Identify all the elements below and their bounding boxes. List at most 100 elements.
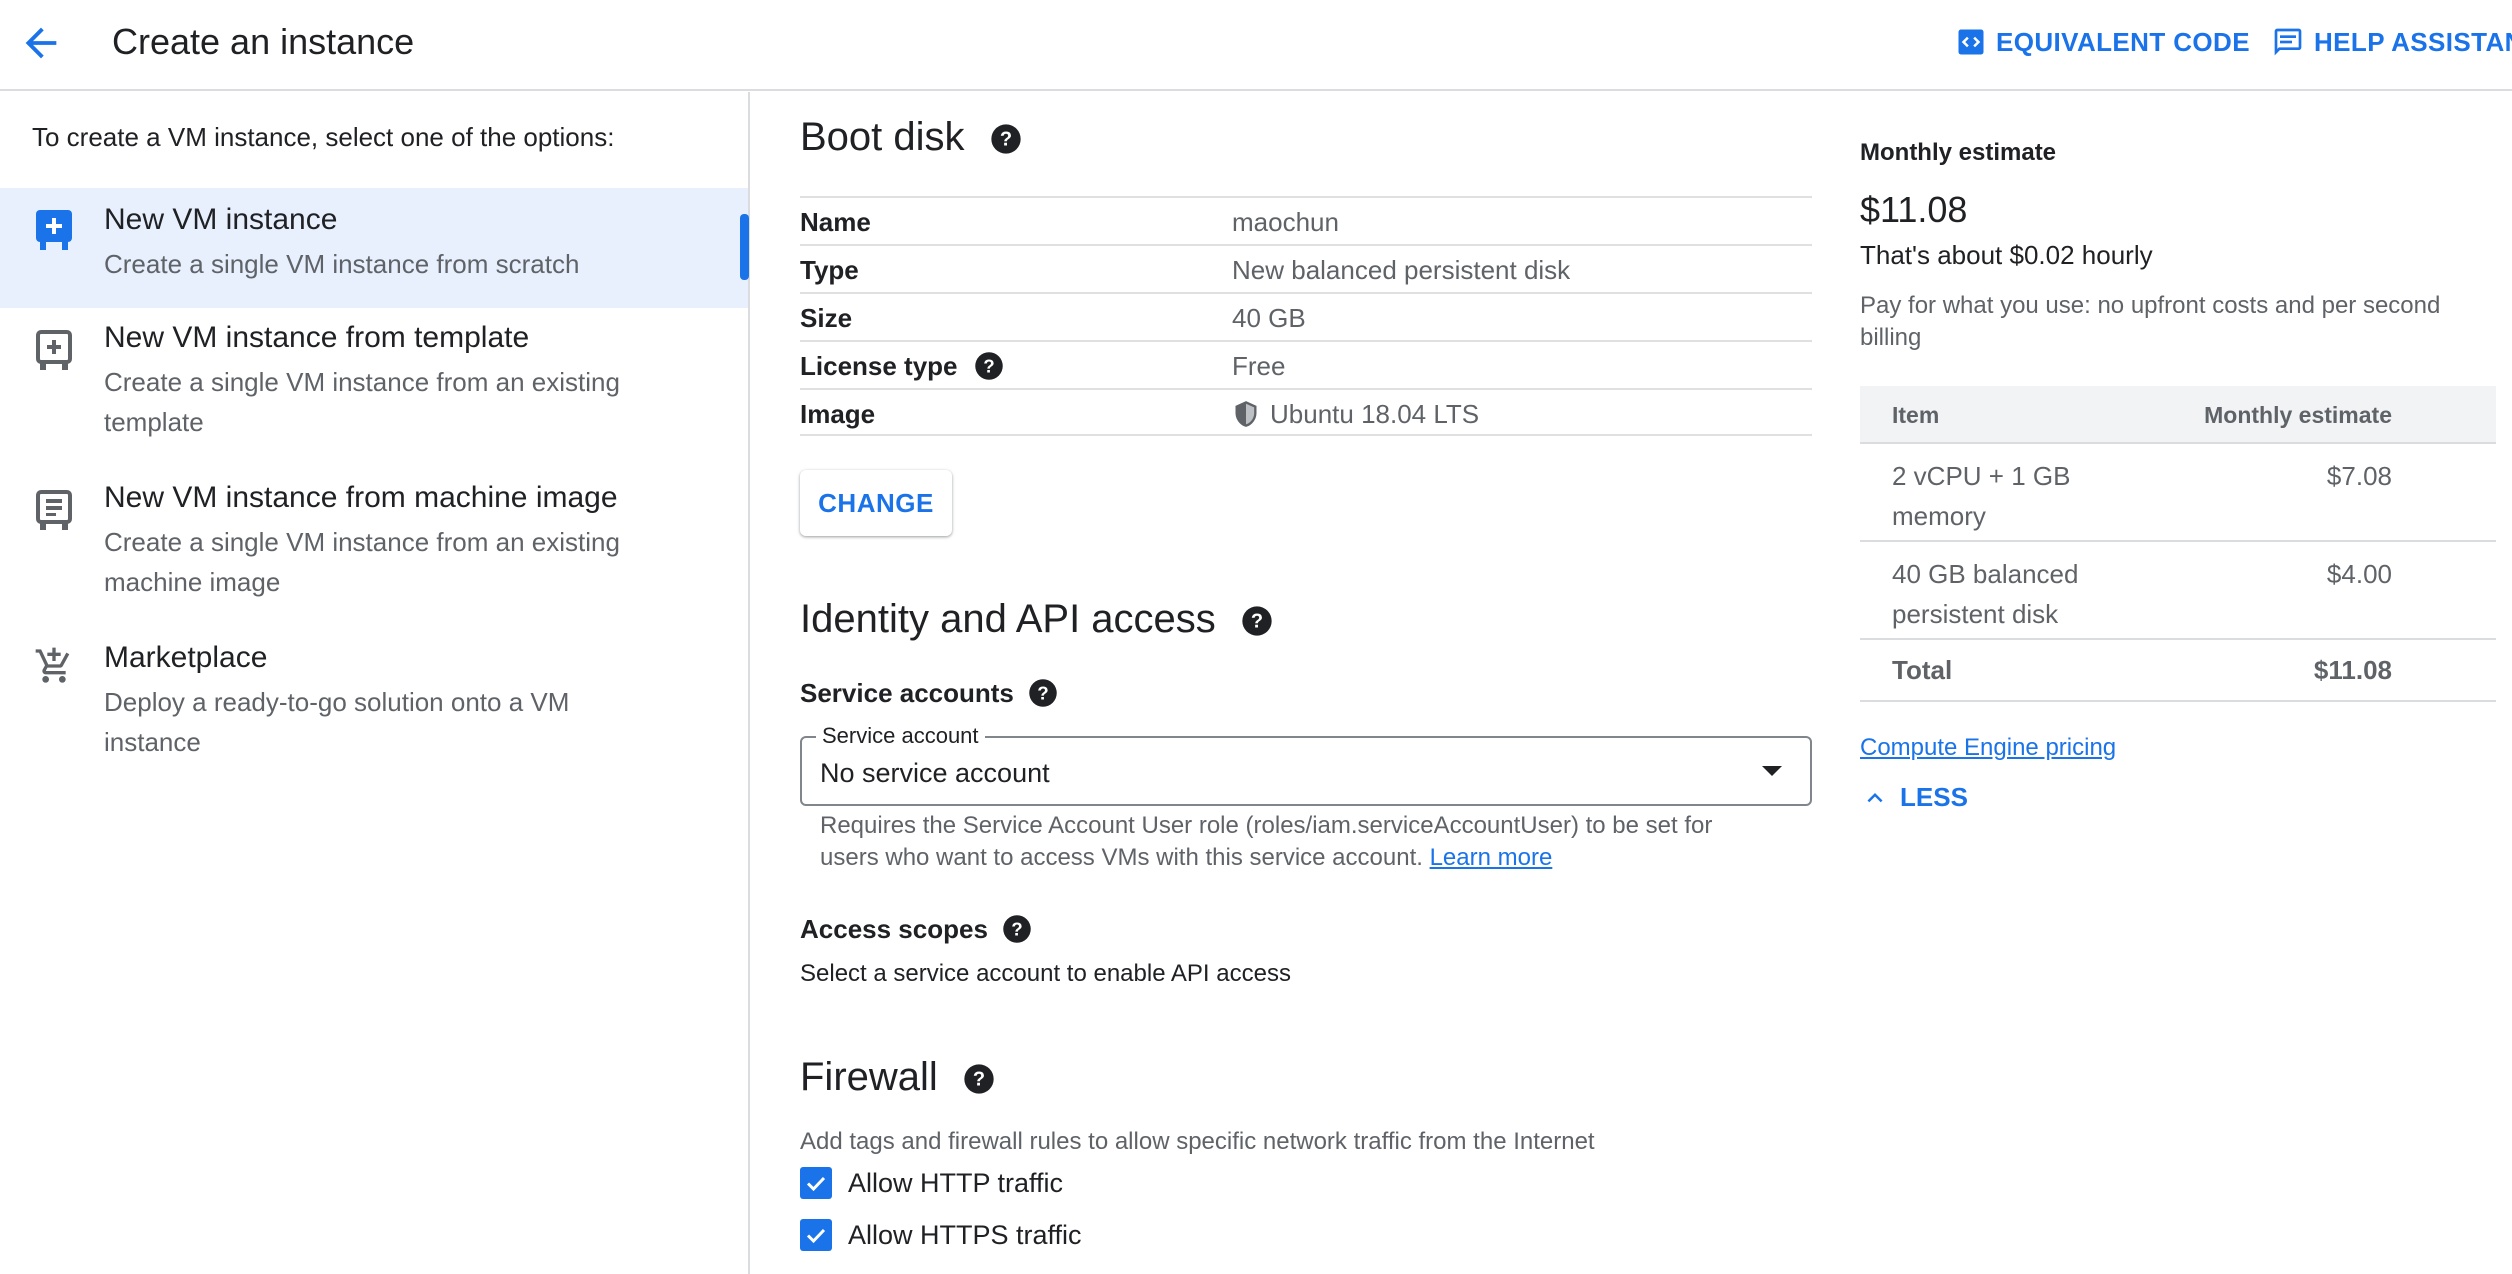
shopping-cart-icon bbox=[35, 647, 70, 683]
table-row: 40 GB balanced persistent disk $4.00 bbox=[1860, 542, 2496, 640]
estimate-table: Item Monthly estimate 2 vCPU + 1 GB memo… bbox=[1860, 386, 2496, 702]
identity-heading: Identity and API access bbox=[800, 597, 1216, 641]
help-icon[interactable]: ? bbox=[974, 351, 1004, 381]
row-key: Type bbox=[800, 255, 859, 285]
identity-section-title: Identity and API access ? bbox=[800, 594, 1273, 644]
help-icon[interactable]: ? bbox=[1241, 605, 1273, 637]
help-icon[interactable]: ? bbox=[963, 1063, 995, 1095]
column-header-estimate: Monthly estimate bbox=[2204, 402, 2392, 428]
table-row: Image Ubuntu 18.04 LTS bbox=[800, 388, 1812, 436]
chat-icon bbox=[2274, 28, 2302, 56]
options-intro: To create a VM instance, select one of t… bbox=[32, 122, 615, 152]
service-account-select-value: No service account bbox=[820, 758, 1050, 788]
machine-image-icon bbox=[36, 490, 72, 530]
estimate-heading: Monthly estimate bbox=[1860, 139, 2057, 166]
allow-https-checkbox[interactable] bbox=[800, 1219, 832, 1251]
equivalent-code-label: EQUIVALENT CODE bbox=[1996, 26, 2250, 57]
firewall-heading: Firewall bbox=[800, 1055, 938, 1099]
dropdown-caret-icon bbox=[1762, 766, 1782, 776]
option-new-vm-from-machine-image[interactable]: New VM instance from machine image Creat… bbox=[0, 468, 748, 628]
item-cell: 40 GB balanced persistent disk bbox=[1892, 559, 2079, 629]
help-assistant-button[interactable]: HELP ASSISTANT bbox=[2272, 22, 2512, 62]
column-header-item: Item bbox=[1892, 402, 1940, 428]
row-value: New balanced persistent disk bbox=[1232, 255, 1571, 285]
top-header: Create an instance EQUIVALENT CODE HELP … bbox=[0, 0, 2512, 91]
option-new-vm-instance[interactable]: New VM instance Create a single VM insta… bbox=[0, 188, 748, 308]
allow-https-label: Allow HTTPS traffic bbox=[848, 1220, 1082, 1250]
back-arrow-icon[interactable] bbox=[18, 20, 64, 66]
estimate-table-header: Item Monthly estimate bbox=[1860, 386, 2496, 444]
option-description: Deploy a ready-to-go solution onto a VM … bbox=[104, 687, 570, 757]
estimate-cell: $4.00 bbox=[2326, 559, 2392, 589]
equivalent-code-button[interactable]: EQUIVALENT CODE bbox=[1956, 22, 2250, 62]
option-description: Create a single VM instance from an exis… bbox=[104, 367, 620, 437]
table-row: Name maochun bbox=[800, 196, 1812, 244]
help-icon[interactable]: ? bbox=[1002, 914, 1032, 944]
svg-text:?: ? bbox=[983, 355, 994, 376]
code-icon bbox=[1958, 29, 1984, 55]
estimate-note: Pay for what you use: no upfront costs a… bbox=[1860, 292, 2441, 351]
check-icon bbox=[806, 1228, 826, 1244]
access-scopes-label: Access scopes ? bbox=[800, 912, 1032, 946]
boot-disk-heading: Boot disk bbox=[800, 115, 965, 159]
less-toggle-button[interactable]: LESS bbox=[1860, 782, 1968, 813]
svg-text:?: ? bbox=[1251, 611, 1263, 633]
option-title: New VM instance bbox=[104, 203, 338, 236]
check-icon bbox=[806, 1176, 826, 1192]
row-key: Size bbox=[800, 303, 853, 333]
template-icon bbox=[36, 330, 72, 370]
shield-icon bbox=[1235, 401, 1257, 427]
row-key: License type ? bbox=[800, 350, 1004, 382]
total-value: $11.08 bbox=[2313, 655, 2392, 685]
boot-disk-table: Name maochun Type New balanced persisten… bbox=[800, 196, 1812, 436]
service-accounts-text: Service accounts bbox=[800, 678, 1014, 708]
table-row: Type New balanced persistent disk bbox=[800, 244, 1812, 292]
access-scopes-description: Select a service account to enable API a… bbox=[800, 960, 1291, 987]
page-title: Create an instance bbox=[112, 21, 415, 62]
row-value: maochun bbox=[1232, 207, 1339, 237]
service-accounts-label: Service accounts ? bbox=[800, 676, 1058, 710]
estimate-cell: $7.08 bbox=[2326, 461, 2392, 491]
svg-text:?: ? bbox=[1011, 918, 1022, 939]
estimate-price: $11.08 bbox=[1860, 189, 1968, 230]
boot-disk-section-title: Boot disk ? bbox=[800, 112, 1022, 162]
option-title: New VM instance from machine image bbox=[104, 481, 618, 514]
service-account-hint-text: Requires the Service Account User role (… bbox=[820, 812, 1713, 871]
creation-options-panel: To create a VM instance, select one of t… bbox=[0, 92, 750, 1274]
image-value: Ubuntu 18.04 LTS bbox=[1270, 399, 1480, 429]
svg-text:?: ? bbox=[1000, 129, 1012, 151]
change-boot-disk-button[interactable]: CHANGE bbox=[800, 470, 952, 536]
svg-text:?: ? bbox=[1037, 682, 1048, 703]
license-type-label: License type bbox=[800, 351, 958, 381]
table-row: License type ? Free bbox=[800, 340, 1812, 388]
option-description: Create a single VM instance from an exis… bbox=[104, 527, 620, 597]
row-value: Free bbox=[1232, 351, 1286, 381]
help-icon[interactable]: ? bbox=[990, 123, 1022, 155]
add-box-icon bbox=[36, 210, 72, 250]
total-label: Total bbox=[1892, 655, 1953, 685]
allow-https-checkbox-row[interactable]: Allow HTTPS traffic bbox=[800, 1218, 1082, 1252]
table-row: 2 vCPU + 1 GB memory $7.08 bbox=[1860, 444, 2496, 542]
option-title: New VM instance from template bbox=[104, 321, 530, 354]
allow-http-checkbox-row[interactable]: Allow HTTP traffic bbox=[800, 1166, 1063, 1200]
firewall-description: Add tags and firewall rules to allow spe… bbox=[800, 1128, 1595, 1155]
less-label: LESS bbox=[1900, 782, 1968, 812]
service-account-hint: Requires the Service Account User role (… bbox=[820, 810, 1760, 874]
learn-more-link[interactable]: Learn more bbox=[1430, 844, 1553, 871]
row-key: Name bbox=[800, 207, 871, 237]
option-new-vm-from-template[interactable]: New VM instance from template Create a s… bbox=[0, 308, 748, 468]
compute-engine-pricing-link[interactable]: Compute Engine pricing bbox=[1860, 732, 2116, 764]
create-instance-page: Create an instance EQUIVALENT CODE HELP … bbox=[0, 0, 2512, 1274]
allow-http-label: Allow HTTP traffic bbox=[848, 1168, 1064, 1198]
firewall-section-title: Firewall ? bbox=[800, 1052, 995, 1102]
access-scopes-text: Access scopes bbox=[800, 914, 988, 944]
row-value: 40 GB bbox=[1232, 303, 1306, 333]
allow-http-checkbox[interactable] bbox=[800, 1167, 832, 1199]
option-marketplace[interactable]: Marketplace Deploy a ready-to-go solutio… bbox=[0, 628, 748, 757]
chevron-up-icon bbox=[1867, 792, 1883, 802]
help-icon[interactable]: ? bbox=[1028, 678, 1058, 708]
svg-text:?: ? bbox=[973, 1069, 985, 1091]
service-account-select[interactable]: Service account No service account bbox=[800, 722, 1812, 806]
table-row: Size 40 GB bbox=[800, 292, 1812, 340]
estimate-hourly: That's about $0.02 hourly bbox=[1860, 240, 2153, 270]
